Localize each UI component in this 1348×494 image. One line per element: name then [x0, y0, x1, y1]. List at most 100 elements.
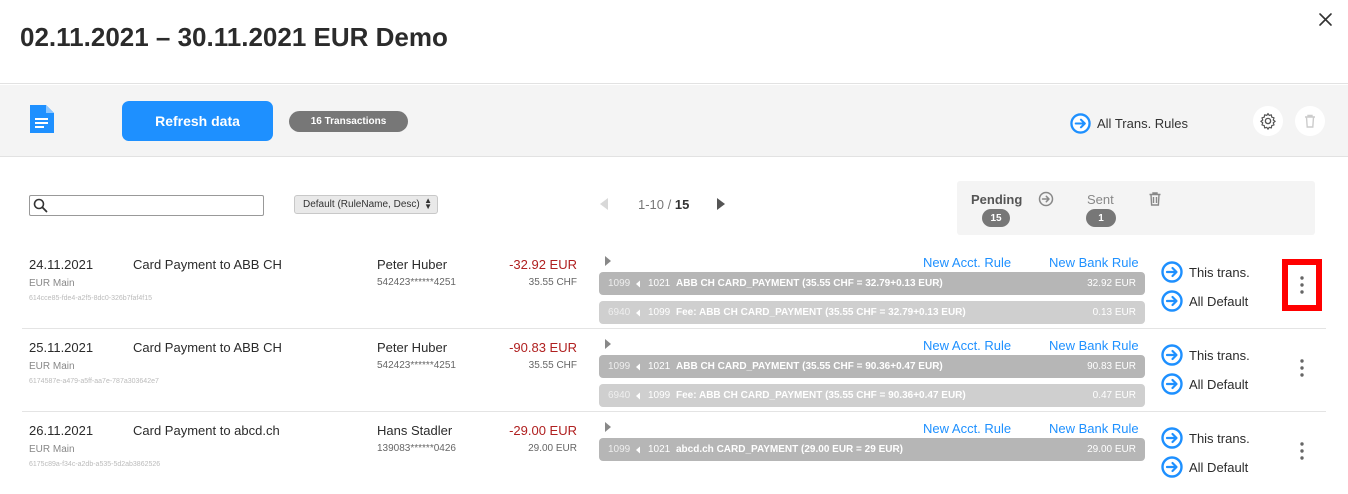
delete-all-button[interactable]: [1295, 106, 1325, 136]
transaction-amount: -90.83 EUR: [509, 340, 577, 355]
debit-account: 1099: [608, 361, 631, 372]
triangle-right-icon: [717, 198, 725, 210]
all-trans-rules-button[interactable]: All Trans. Rules: [1070, 113, 1188, 134]
delete-sent-button[interactable]: [1148, 191, 1162, 212]
new-bank-rule-link[interactable]: New Bank Rule: [1049, 338, 1139, 353]
transaction-description: Card Payment to abcd.ch: [133, 423, 280, 438]
more-vertical-icon: [1300, 359, 1304, 377]
new-acct-rule-link[interactable]: New Acct. Rule: [923, 255, 1011, 270]
this-trans-button[interactable]: This trans.: [1161, 344, 1250, 366]
booking-line[interactable]: 6940 1099 Fee: ABB CH CARD_PAYMENT (35.55 …: [599, 301, 1145, 324]
toolbar: Refresh data 16 Transactions All Trans. …: [0, 85, 1348, 157]
more-vertical-icon: [1300, 442, 1304, 460]
credit-account: 1021: [648, 444, 671, 455]
all-default-button[interactable]: All Default: [1161, 373, 1248, 395]
transaction-person: Peter Huber: [377, 340, 448, 355]
booking-amount: 29.00 EUR: [1087, 444, 1136, 455]
search-field[interactable]: [29, 195, 264, 216]
this-trans-label: This trans.: [1189, 347, 1250, 363]
sent-tab[interactable]: Sent: [1087, 192, 1114, 207]
booking-amount: 32.92 EUR: [1087, 278, 1136, 289]
expand-row-button[interactable]: [604, 254, 612, 272]
arrow-circle-icon: [1161, 261, 1183, 283]
booking-line[interactable]: 1099 1021 ABB CH CARD_PAYMENT (35.55 CHF =…: [599, 355, 1145, 378]
transaction-person: Peter Huber: [377, 257, 448, 272]
debit-account: 1099: [608, 278, 631, 289]
expand-row-button[interactable]: [604, 420, 612, 438]
row-menu-button[interactable]: [1282, 425, 1322, 477]
debit-account: 6940: [608, 307, 631, 318]
settings-button[interactable]: [1253, 106, 1283, 136]
original-amount: 29.00 EUR: [528, 443, 577, 454]
this-trans-button[interactable]: This trans.: [1161, 427, 1250, 449]
transaction-row: 24.11.2021 EUR Main 614cce85-fde4-a2f5-8dc…: [22, 247, 1326, 329]
transaction-description: Card Payment to ABB CH: [133, 257, 282, 272]
all-default-label: All Default: [1189, 376, 1249, 392]
next-page-button[interactable]: [716, 197, 726, 216]
trash-icon: [1305, 114, 1315, 128]
triangle-left-icon: [636, 309, 640, 317]
transaction-date: 26.11.2021: [29, 423, 94, 438]
sort-select[interactable]: Default (RuleName, Desc) ▲ ▼: [294, 195, 438, 214]
pending-tab[interactable]: Pending: [971, 192, 1022, 207]
previous-page-button[interactable]: [599, 197, 609, 216]
booking-line[interactable]: 1099 1021 abcd.ch CARD_PAYMENT (29.00 EUR …: [599, 438, 1145, 461]
transaction-person: Hans Stadler: [377, 423, 453, 438]
card-number: 542423******4251: [377, 277, 456, 288]
arrow-circle-icon: [1161, 456, 1183, 478]
transaction-id: 6175c89a-f34c-a2db-a535-5d2ab3862526: [29, 461, 161, 468]
booking-amount: 90.83 EUR: [1087, 361, 1136, 372]
transaction-account: EUR Main: [29, 361, 75, 372]
arrow-circle-icon: [1161, 290, 1183, 312]
all-default-label: All Default: [1189, 459, 1249, 475]
search-input[interactable]: [50, 197, 260, 214]
pending-count-badge: 15: [982, 209, 1010, 227]
close-icon[interactable]: [1316, 10, 1336, 30]
transactions-count-badge: 16 Transactions: [289, 111, 408, 132]
page-range: 1-10: [638, 197, 665, 212]
this-trans-button[interactable]: This trans.: [1161, 261, 1250, 283]
booking-line[interactable]: 1099 1021 ABB CH CARD_PAYMENT (35.55 CHF =…: [599, 272, 1145, 295]
transaction-id: 614cce85-fde4-a2f5-8dc0-326b7faf4f15: [29, 295, 152, 302]
row-menu-button[interactable]: [1282, 259, 1322, 311]
debit-account: 6940: [608, 390, 631, 401]
triangle-left-icon: [636, 446, 640, 454]
original-amount: 35.55 CHF: [528, 277, 577, 288]
all-default-button[interactable]: All Default: [1161, 456, 1248, 478]
transaction-amount: -32.92 EUR: [509, 257, 577, 272]
more-vertical-icon: [1300, 276, 1304, 294]
sort-selected-value: Default (RuleName, Desc): [303, 199, 420, 210]
row-menu-button[interactable]: [1282, 342, 1322, 394]
new-bank-rule-link[interactable]: New Bank Rule: [1049, 255, 1139, 270]
page-total: 15: [674, 197, 690, 212]
triangle-right-icon: [605, 422, 611, 432]
this-trans-label: This trans.: [1189, 264, 1250, 280]
all-default-button[interactable]: All Default: [1161, 290, 1248, 312]
page-separator: /: [664, 197, 675, 212]
refresh-data-button[interactable]: Refresh data: [122, 101, 273, 141]
expand-row-button[interactable]: [604, 337, 612, 355]
send-pending-button[interactable]: [1038, 191, 1054, 212]
arrow-circle-icon: [1161, 427, 1183, 449]
arrow-circle-icon: [1161, 344, 1183, 366]
dialog-header: 02.11.2021 – 30.11.2021 EUR Demo: [0, 0, 1348, 84]
booking-text: abcd.ch CARD_PAYMENT (29.00 EUR = 29 EUR…: [676, 444, 904, 455]
booking-amount: 0.47 EUR: [1092, 390, 1136, 401]
booking-text: Fee: ABB CH CARD_PAYMENT (35.55 CHF = 32…: [676, 307, 966, 318]
card-number: 139083******0426: [377, 443, 456, 454]
page-title: 02.11.2021 – 30.11.2021 EUR Demo: [20, 22, 448, 52]
booking-line[interactable]: 6940 1099 Fee: ABB CH CARD_PAYMENT (35.55 …: [599, 384, 1145, 407]
booking-amount: 0.13 EUR: [1092, 307, 1136, 318]
triangle-right-icon: [605, 256, 611, 266]
booking-text: Fee: ABB CH CARD_PAYMENT (35.55 CHF = 90…: [676, 390, 966, 401]
document-icon[interactable]: [28, 103, 56, 135]
new-bank-rule-link[interactable]: New Bank Rule: [1049, 421, 1139, 436]
page-indicator: 1-10 / 15: [638, 197, 689, 212]
new-acct-rule-link[interactable]: New Acct. Rule: [923, 338, 1011, 353]
original-amount: 35.55 CHF: [528, 360, 577, 371]
transaction-date: 25.11.2021: [29, 340, 94, 355]
credit-account: 1099: [648, 307, 671, 318]
arrow-circle-icon: [1070, 113, 1091, 134]
new-acct-rule-link[interactable]: New Acct. Rule: [923, 421, 1011, 436]
all-trans-rules-label: All Trans. Rules: [1097, 116, 1189, 131]
